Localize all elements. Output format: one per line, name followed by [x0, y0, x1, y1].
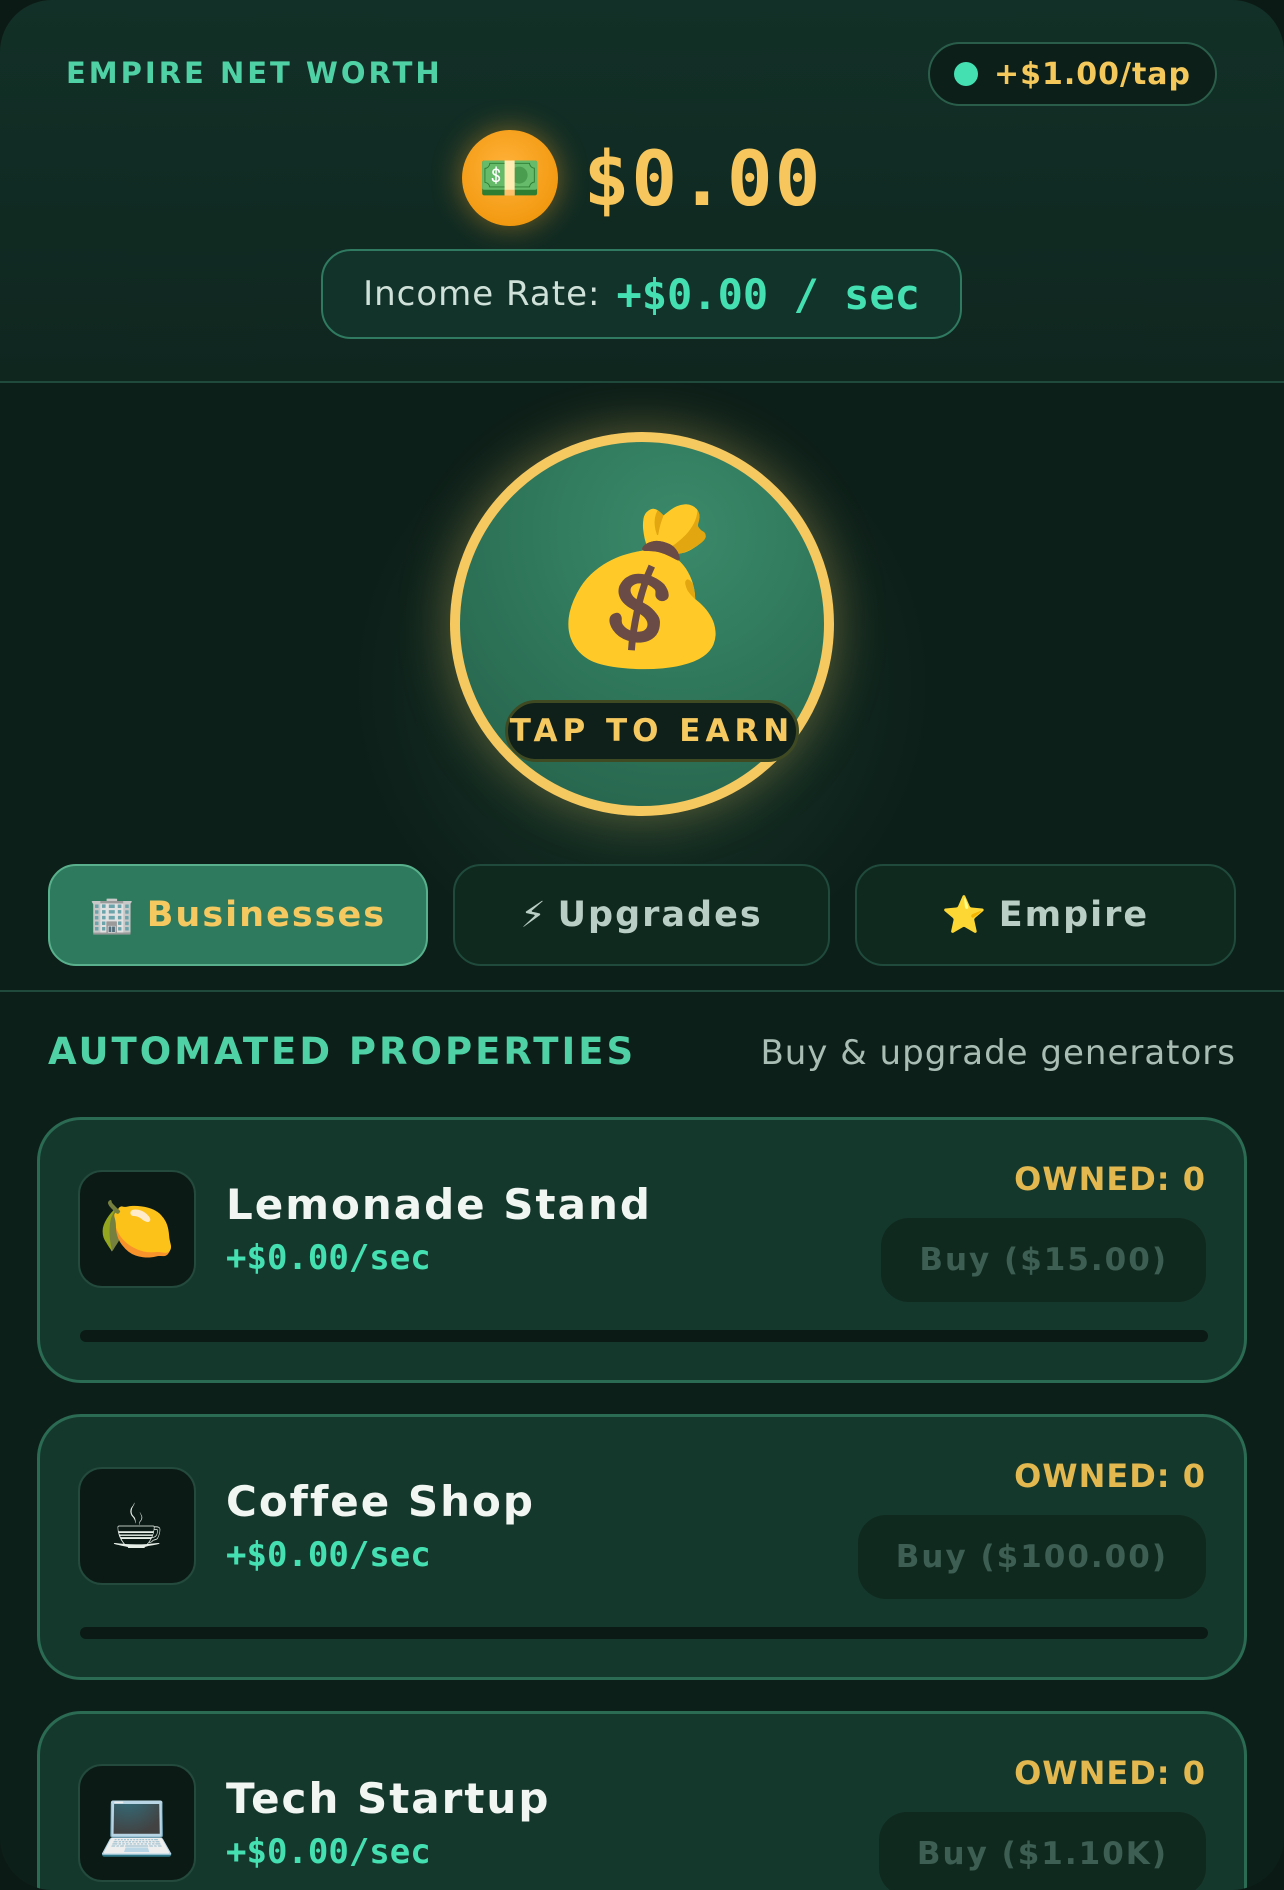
business-rate: +$0.00/sec: [226, 1832, 431, 1872]
tap-rate-value: +$1.00/tap: [993, 56, 1192, 92]
tap-rate-badge: +$1.00/tap: [928, 42, 1217, 106]
business-card-tech-startup: 💻 Tech Startup +$0.00/sec OWNED: 0 Buy (…: [37, 1711, 1247, 1890]
coffee-cup-icon: ☕: [78, 1467, 196, 1585]
tap-to-earn-button[interactable]: 💰 TAP TO EARN: [450, 432, 834, 816]
tab-empire-label: Empire: [998, 895, 1150, 935]
business-card-lemonade-stand: 🍋 Lemonade Stand +$0.00/sec OWNED: 0 Buy…: [37, 1117, 1247, 1383]
cash-coin-icon: 💵: [461, 130, 558, 226]
business-rate: +$0.00/sec: [226, 1238, 431, 1278]
production-progress-bar: [80, 1330, 1208, 1342]
office-building-icon: 🏢: [89, 895, 137, 936]
tab-bar: 🏢 Businesses ⚡ Upgrades ⭐ Empire: [48, 864, 1236, 966]
tab-upgrades[interactable]: ⚡ Upgrades: [453, 864, 830, 966]
divider: [0, 990, 1284, 992]
star-icon: ⭐: [941, 895, 989, 936]
balance-row: 💵 $0.00: [0, 128, 1284, 228]
owned-count: OWNED: 0: [1014, 1160, 1206, 1198]
money-bag-icon: 💰: [548, 500, 736, 674]
business-name: Lemonade Stand: [226, 1180, 652, 1229]
balance-value: $0.00: [583, 133, 823, 223]
business-card-coffee-shop: ☕ Coffee Shop +$0.00/sec OWNED: 0 Buy ($…: [37, 1414, 1247, 1680]
owned-count: OWNED: 0: [1014, 1754, 1206, 1792]
business-name: Tech Startup: [226, 1774, 551, 1823]
tab-upgrades-label: Upgrades: [557, 895, 763, 935]
buy-tech-startup-button[interactable]: Buy ($1.10K): [878, 1812, 1206, 1890]
lightning-icon: ⚡: [520, 894, 548, 936]
business-rate: +$0.00/sec: [226, 1535, 431, 1575]
header: EMPIRE NET WORTH +$1.00/tap 💵 $0.00 Inco…: [0, 0, 1284, 383]
buy-lemonade-stand-button[interactable]: Buy ($15.00): [881, 1218, 1206, 1302]
tab-businesses-label: Businesses: [146, 895, 387, 935]
laptop-icon: 💻: [78, 1764, 196, 1882]
app-screen: EMPIRE NET WORTH +$1.00/tap 💵 $0.00 Inco…: [0, 0, 1284, 1890]
tab-businesses[interactable]: 🏢 Businesses: [48, 864, 428, 966]
status-dot-icon: [953, 62, 978, 86]
income-rate-value: +$0.00 / sec: [616, 269, 920, 319]
section-title: AUTOMATED PROPERTIES: [48, 1030, 637, 1073]
income-rate-box: Income Rate: +$0.00 / sec: [321, 249, 962, 339]
tap-to-earn-label: TAP TO EARN: [505, 700, 799, 762]
owned-count: OWNED: 0: [1014, 1457, 1206, 1495]
lemon-icon: 🍋: [78, 1170, 196, 1288]
production-progress-bar: [80, 1627, 1208, 1639]
tab-empire[interactable]: ⭐ Empire: [855, 864, 1236, 966]
net-worth-label: EMPIRE NET WORTH: [66, 56, 443, 90]
income-rate-label: Income Rate:: [363, 274, 601, 314]
section-subtitle: Buy & upgrade generators: [760, 1033, 1236, 1073]
business-name: Coffee Shop: [226, 1477, 535, 1526]
buy-coffee-shop-button[interactable]: Buy ($100.00): [857, 1515, 1206, 1599]
